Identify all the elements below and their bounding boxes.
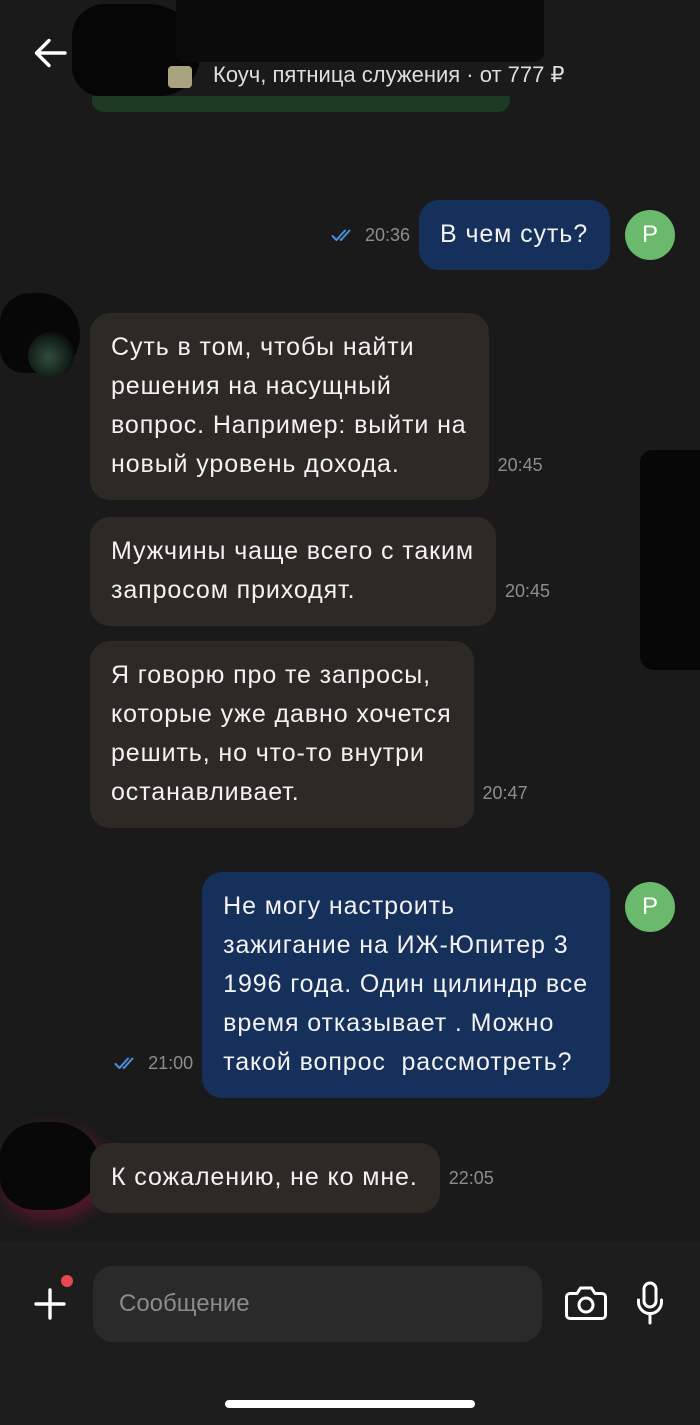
- message-row-incoming: Суть в том, чтобы найти решения на насущ…: [90, 313, 543, 500]
- message-row-incoming: Мужчины чаще всего с таким запросом прих…: [90, 517, 550, 626]
- camera-icon: [565, 1286, 607, 1320]
- message-time: 22:05: [448, 1167, 494, 1188]
- message-bubble[interactable]: Не могу настроить зажигание на ИЖ-Юпитер…: [202, 872, 610, 1098]
- message-time: 20:36: [364, 224, 411, 245]
- message-meta: 21:00: [114, 1052, 193, 1074]
- message-row-outgoing: 21:00 Не могу настроить зажигание на ИЖ-…: [114, 872, 610, 1098]
- camera-button[interactable]: [564, 1284, 608, 1322]
- attach-button[interactable]: [33, 1287, 67, 1321]
- message-meta: 20:45: [498, 454, 543, 476]
- message-meta: 22:05: [449, 1167, 494, 1189]
- message-bubble[interactable]: К сожалению, не ко мне.: [90, 1143, 440, 1213]
- message-row-outgoing: 20:36 В чем суть?: [331, 200, 610, 270]
- contact-avatar-fragment: [168, 66, 192, 88]
- microphone-icon: [637, 1281, 663, 1325]
- message-time: 21:00: [148, 1052, 194, 1073]
- notification-dot: [61, 1275, 73, 1287]
- message-bubble[interactable]: Суть в том, чтобы найти решения на насущ…: [90, 313, 489, 500]
- message-meta: 20:45: [505, 580, 550, 602]
- redaction-mark: [176, 0, 544, 62]
- message-bubble[interactable]: Мужчины чаще всего с таким запросом прих…: [90, 517, 496, 626]
- message-row-incoming: К сожалению, не ко мне. 22:05: [90, 1143, 494, 1213]
- double-check-icon: [114, 1057, 134, 1069]
- microphone-button[interactable]: [636, 1281, 664, 1325]
- plus-icon: [34, 1288, 66, 1320]
- header-banner-edge: [92, 96, 510, 112]
- message-time: 20:45: [504, 580, 550, 601]
- arrow-left-icon: [34, 38, 67, 68]
- message-time: 20:45: [497, 454, 543, 475]
- redaction-mark: [640, 450, 700, 670]
- chat-subtitle[interactable]: Коуч, пятница служения · от 777 ₽: [213, 62, 564, 88]
- user-avatar[interactable]: Р: [625, 210, 675, 260]
- contact-avatar-fragment: [28, 332, 74, 378]
- message-meta: 20:47: [483, 782, 528, 804]
- back-button[interactable]: [30, 34, 70, 72]
- user-avatar[interactable]: Р: [625, 882, 675, 932]
- message-meta: 20:36: [331, 224, 410, 246]
- message-row-incoming: Я говорю про те запросы, которые уже дав…: [90, 641, 528, 828]
- message-bubble[interactable]: Я говорю про те запросы, которые уже дав…: [90, 641, 474, 828]
- double-check-icon: [331, 229, 351, 241]
- home-indicator[interactable]: [225, 1400, 475, 1408]
- message-time: 20:47: [482, 782, 528, 803]
- message-bubble[interactable]: В чем суть?: [419, 200, 610, 270]
- message-input[interactable]: [93, 1266, 542, 1342]
- redaction-mark: [0, 1122, 100, 1210]
